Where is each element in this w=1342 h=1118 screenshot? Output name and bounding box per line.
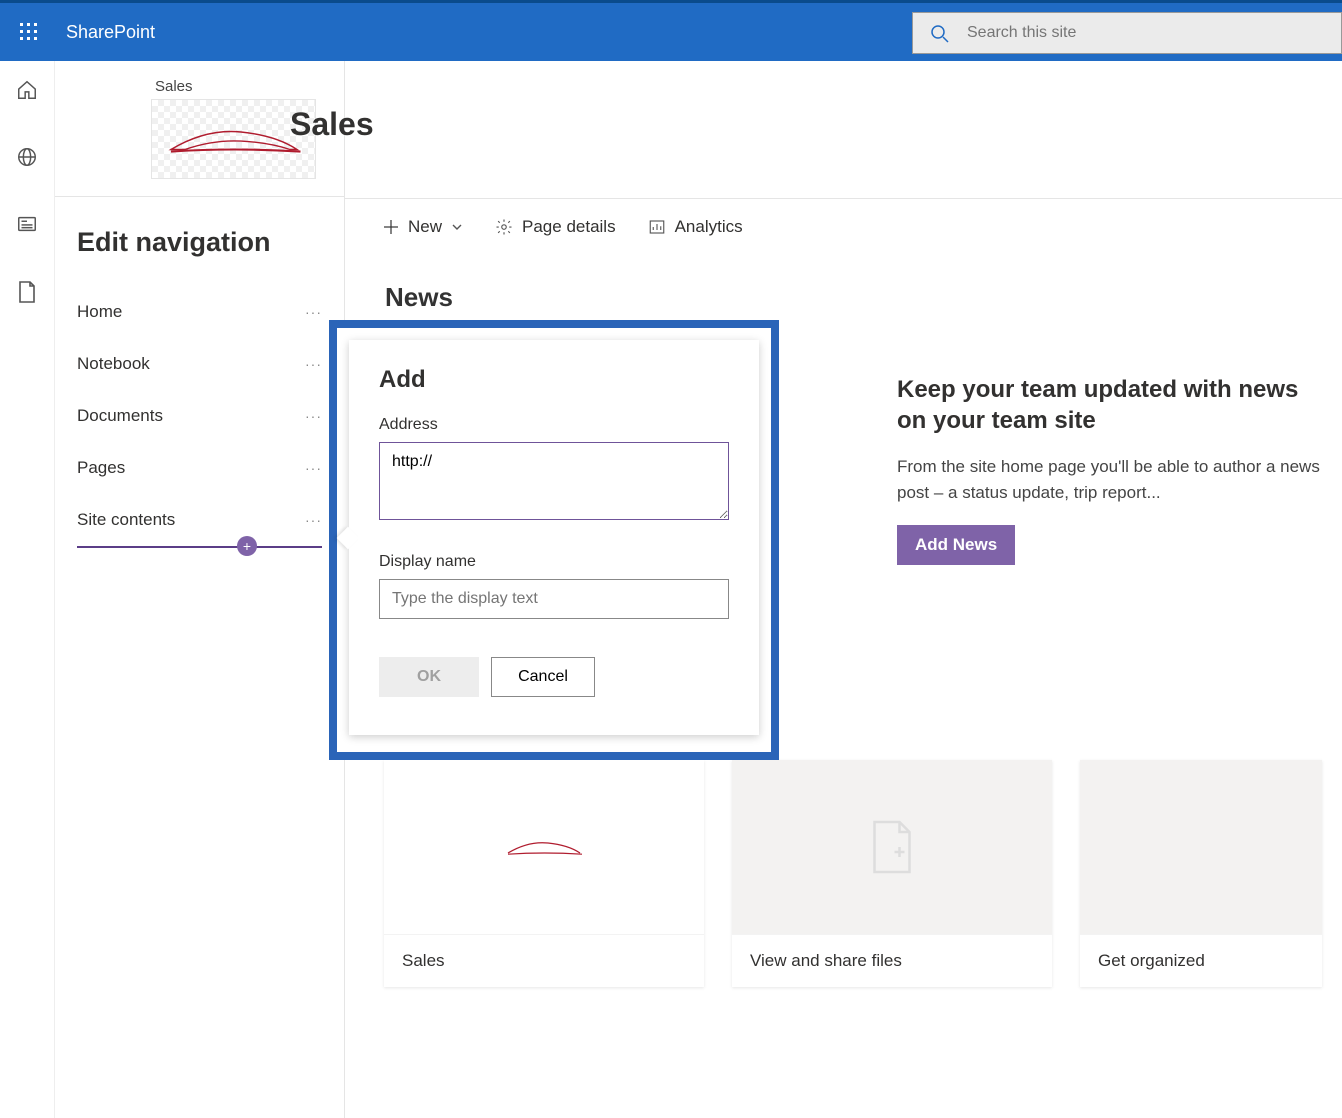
add-nav-item-icon[interactable]: +	[237, 536, 257, 556]
dialog-title: Add	[379, 366, 729, 394]
cancel-button[interactable]: Cancel	[491, 657, 595, 697]
more-icon[interactable]: ···	[305, 460, 322, 476]
news-promo-title: Keep your team updated with news on your…	[897, 374, 1327, 436]
command-bar: New Page details Analytics	[345, 198, 1342, 256]
left-rail	[0, 61, 55, 1118]
news-heading: News	[385, 282, 1342, 313]
card-files[interactable]: View and share files	[732, 760, 1052, 987]
more-icon[interactable]: ···	[305, 512, 322, 528]
address-label: Address	[379, 416, 729, 434]
nav-item-notebook[interactable]: Notebook···	[77, 338, 322, 390]
file-icon[interactable]	[17, 280, 37, 309]
analytics-icon	[648, 218, 666, 236]
nav-item-documents[interactable]: Documents···	[77, 390, 322, 442]
card-image	[1080, 760, 1322, 935]
card-title: Sales	[384, 935, 704, 987]
more-icon[interactable]: ···	[305, 408, 322, 424]
search-icon	[929, 23, 949, 43]
nav-item-site-contents[interactable]: Site contents···	[77, 494, 322, 546]
brand-name[interactable]: SharePoint	[66, 22, 155, 43]
card-sales[interactable]: Sales	[384, 760, 704, 987]
display-name-label: Display name	[379, 553, 729, 571]
search-input[interactable]	[967, 24, 1341, 42]
ok-button[interactable]: OK	[379, 657, 479, 697]
address-input[interactable]	[379, 442, 729, 520]
display-name-input[interactable]	[379, 579, 729, 619]
app-launcher-icon[interactable]	[12, 15, 46, 49]
globe-icon[interactable]	[16, 146, 38, 173]
site-title: Sales	[290, 106, 374, 143]
card-image	[384, 760, 704, 935]
new-button[interactable]: New	[383, 217, 463, 237]
news-icon[interactable]	[16, 213, 38, 240]
card-image	[732, 760, 1052, 935]
edit-nav-heading: Edit navigation	[77, 227, 322, 258]
edit-navigation-panel: Edit navigation Home··· Notebook··· Docu…	[55, 196, 344, 548]
more-icon[interactable]: ···	[305, 304, 322, 320]
more-icon[interactable]: ···	[305, 356, 322, 372]
plus-icon	[383, 219, 399, 235]
analytics-button[interactable]: Analytics	[648, 217, 743, 237]
search-box[interactable]	[912, 12, 1342, 54]
add-link-dialog: Add Address Display name OK Cancel	[349, 340, 759, 735]
page-details-button[interactable]: Page details	[495, 217, 616, 237]
quick-links-cards: Sales View and share files Get organized	[384, 760, 1322, 987]
add-link-dialog-frame: Add Address Display name OK Cancel	[329, 320, 779, 760]
chevron-down-icon	[451, 221, 463, 233]
card-organize[interactable]: Get organized	[1080, 760, 1322, 987]
card-title: Get organized	[1080, 935, 1322, 987]
card-title: View and share files	[732, 935, 1052, 987]
home-icon[interactable]	[16, 79, 38, 106]
breadcrumb[interactable]: Sales	[155, 78, 316, 95]
suite-bar: SharePoint	[0, 3, 1342, 61]
add-news-button[interactable]: Add News	[897, 525, 1015, 565]
nav-item-home[interactable]: Home···	[77, 286, 322, 338]
news-promo: Keep your team updated with news on your…	[897, 374, 1327, 565]
gear-icon	[495, 218, 513, 236]
news-promo-body: From the site home page you'll be able t…	[897, 454, 1327, 505]
nav-insert-indicator: +	[77, 546, 322, 548]
nav-item-pages[interactable]: Pages···	[77, 442, 322, 494]
